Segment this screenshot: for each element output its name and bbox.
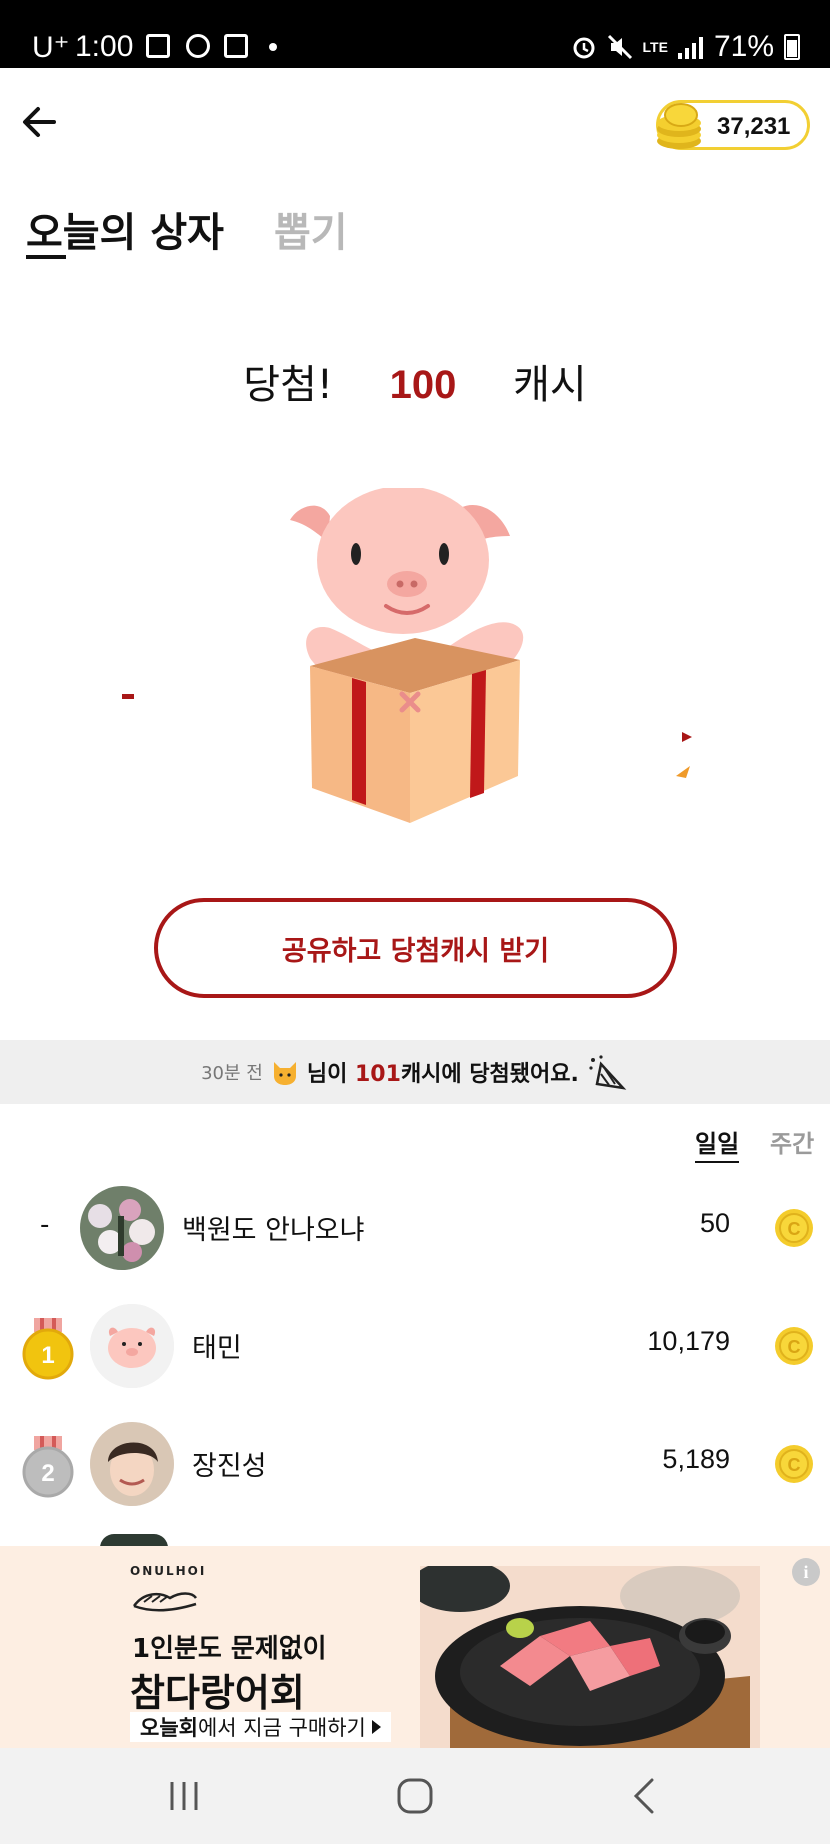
feather-icon xyxy=(186,34,210,58)
notice-message: 님이 101캐시에 당첨됐어요. xyxy=(307,1056,579,1088)
ad-brand: ONULHOI xyxy=(130,1564,207,1578)
win-amount: 100 xyxy=(389,363,457,407)
home-icon[interactable] xyxy=(393,1774,437,1818)
tab-draw[interactable]: 뽑기 xyxy=(274,200,348,258)
ranking-score: 50 xyxy=(699,1208,730,1238)
cat-avatar-icon xyxy=(273,1062,296,1085)
status-time: 1:00 xyxy=(75,30,134,63)
coin-balance: 37,231 xyxy=(717,113,791,140)
ranking-row-self: - 백원도 안나오냐 50 C xyxy=(0,1178,830,1278)
silver-medal-icon: 2 xyxy=(22,1436,74,1498)
win-prefix: 당첨! xyxy=(243,362,333,408)
tab-today-box[interactable]: 오늘의 상자 xyxy=(26,200,224,258)
ranking-score: 5,189 xyxy=(662,1444,730,1474)
ad-line1: 1인분도 문제없이 xyxy=(132,1634,327,1664)
notice-amount: 101 xyxy=(355,1062,401,1087)
ad-cta[interactable]: 오늘회에서 지금 구매하기 xyxy=(130,1712,391,1742)
status-right: LTE 71% xyxy=(571,30,800,64)
notice-msg-before: 님이 xyxy=(306,1062,355,1087)
ranking-name: 태민 xyxy=(192,1333,242,1364)
party-popper-icon xyxy=(589,1055,627,1090)
ad-banner[interactable]: ONULHOI 1인분도 문제없이 참다랑어회 오늘회에서 지금 구매하기 i xyxy=(0,1546,830,1748)
period-tab-daily[interactable]: 일일 xyxy=(695,1124,740,1163)
recent-winner-notice: 30분 전 님이 101캐시에 당첨됐어요. xyxy=(0,1040,830,1104)
battery-percent: 71% xyxy=(713,30,774,63)
hand-logo-icon xyxy=(132,1592,198,1612)
svg-text:C: C xyxy=(788,1455,801,1475)
avatar xyxy=(80,1186,164,1270)
coin-balance-pill[interactable]: 37,231 xyxy=(656,100,810,150)
win-unit: 캐시 xyxy=(513,362,587,408)
more-notifications-dot xyxy=(269,43,277,51)
ranking-row: 1 태민 10,179 C xyxy=(0,1296,830,1396)
notice-time: 30분 전 xyxy=(201,1063,263,1084)
avatar xyxy=(90,1422,174,1506)
rank-label: - xyxy=(40,1210,50,1240)
carrier-label: U⁺ xyxy=(32,31,70,64)
tab-indicator xyxy=(26,255,66,259)
rank-number: 2 xyxy=(41,1460,54,1487)
ranking-name: 백원도 안나오냐 xyxy=(182,1215,365,1246)
confetti-piece xyxy=(682,732,692,742)
coin-stack-icon xyxy=(657,103,701,149)
avatar xyxy=(90,1304,174,1388)
battery-icon xyxy=(784,34,800,60)
arrow-left-icon[interactable] xyxy=(18,100,62,144)
rank-number: 1 xyxy=(41,1342,54,1369)
chevron-left-icon[interactable] xyxy=(624,1774,668,1818)
ranking-score: 10,179 xyxy=(647,1326,730,1356)
alarm-icon xyxy=(573,37,595,59)
ad-cta-rest: 에서 지금 구매하기 xyxy=(197,1716,366,1740)
ad-cta-bold: 오늘회 xyxy=(140,1716,198,1740)
ad-line2: 참다랑어회 xyxy=(130,1671,305,1715)
coin-icon: C xyxy=(775,1327,813,1365)
coin-icon: C xyxy=(775,1445,813,1483)
svg-text:C: C xyxy=(788,1219,801,1239)
pig-in-box-illustration xyxy=(290,488,524,823)
mute-icon xyxy=(607,34,632,60)
signal-icon xyxy=(677,35,704,59)
win-result: 당첨! 100 캐시 xyxy=(0,352,830,410)
confetti-piece xyxy=(676,766,690,778)
network-type: LTE xyxy=(642,39,668,55)
coin-icon: C xyxy=(775,1209,813,1247)
notice-msg-after: 캐시에 당첨됐어요. xyxy=(400,1062,579,1087)
ranking-row: 2 장진성 5,189 C xyxy=(0,1414,830,1514)
play-triangle-icon xyxy=(371,1720,381,1734)
system-nav-bar xyxy=(0,1748,830,1844)
sashimi-plate-image xyxy=(420,1566,760,1748)
svg-text:C: C xyxy=(788,1337,801,1357)
ad-info-icon[interactable]: i xyxy=(792,1558,820,1586)
confetti-piece xyxy=(122,694,134,699)
notification-icon xyxy=(146,34,170,58)
status-bar: U⁺ 1:00 LTE 71% xyxy=(0,0,830,68)
ranking-name: 장진성 xyxy=(192,1451,267,1482)
gold-medal-icon: 1 xyxy=(22,1318,74,1380)
clock-app-icon xyxy=(224,34,248,58)
share-and-claim-button[interactable]: 공유하고 당첨캐시 받기 xyxy=(154,898,677,998)
period-tab-weekly[interactable]: 주간 xyxy=(770,1124,814,1159)
recent-apps-icon[interactable] xyxy=(162,1774,206,1818)
